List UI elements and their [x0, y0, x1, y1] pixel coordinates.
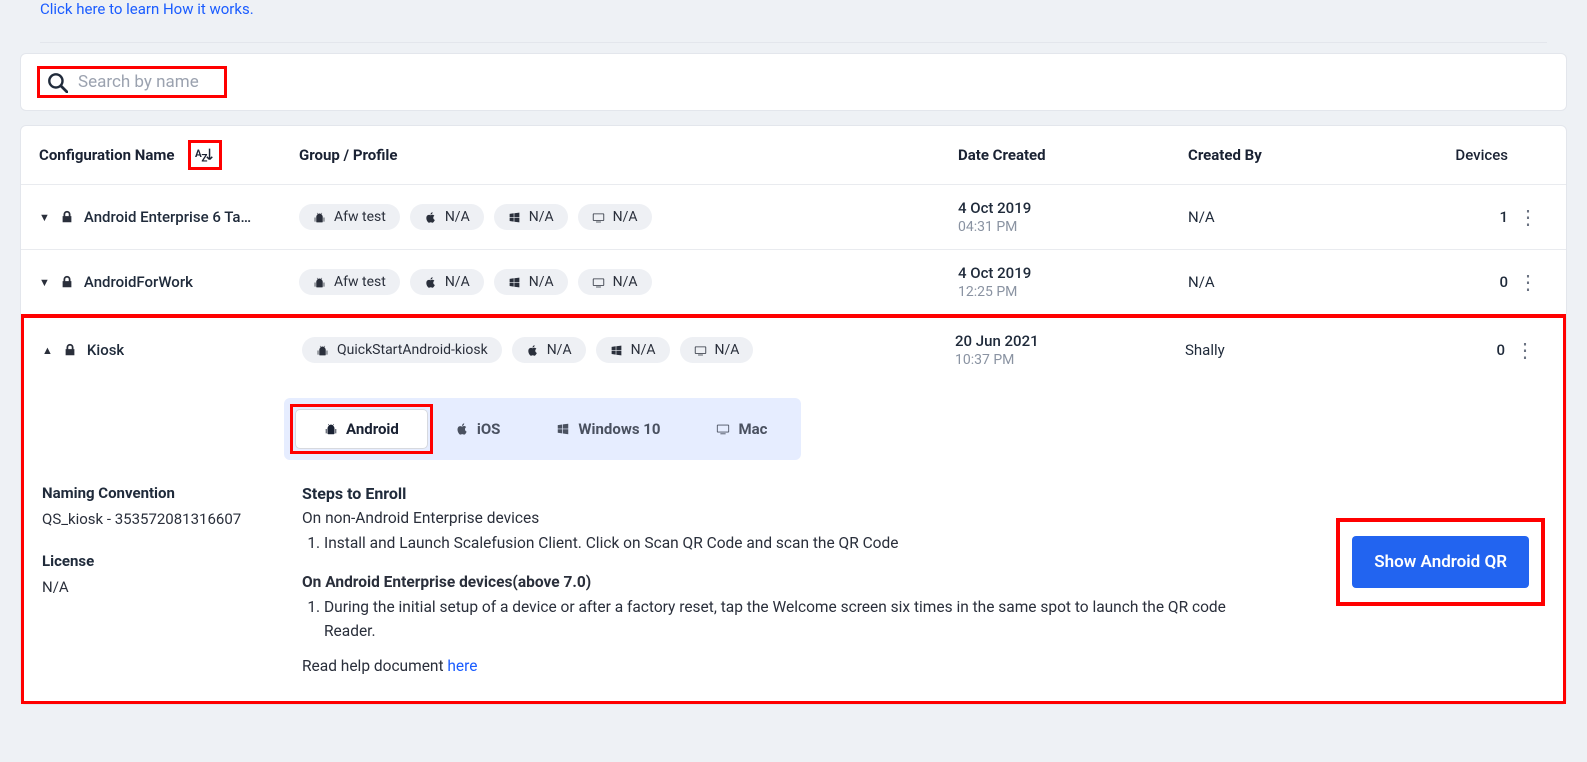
devices-cell: 0 [1408, 273, 1508, 291]
android-icon [313, 211, 326, 224]
windows-icon [610, 344, 623, 357]
chip-mac[interactable]: N/A [578, 204, 652, 230]
th-date: Date Created [958, 146, 1188, 164]
ae-title: On Android Enterprise devices(above 7.0) [302, 573, 1255, 591]
steps-list-ae: During the initial setup of a device or … [302, 595, 1255, 643]
search-input[interactable] [78, 72, 218, 92]
chip-apple[interactable]: N/A [410, 204, 484, 230]
created-by-cell: Shally [1185, 341, 1405, 359]
windows-icon [508, 211, 521, 224]
mac-icon [592, 211, 605, 224]
learn-more-link[interactable]: Click here to learn How it works. [20, 0, 1567, 26]
apple-icon [455, 422, 469, 436]
devices-cell: 0 [1405, 341, 1505, 359]
row-menu-button[interactable]: ⋮ [1505, 338, 1545, 362]
detail-panel: Naming Convention QS_kiosk - 35357208131… [24, 460, 1563, 701]
steps-subtitle: On non-Android Enterprise devices [302, 509, 1255, 527]
windows-icon [508, 276, 521, 289]
help-text: Read help document here [302, 657, 1255, 675]
mac-icon [592, 276, 605, 289]
divider [40, 42, 1547, 43]
created-by-cell: N/A [1188, 208, 1408, 226]
help-link[interactable]: here [447, 657, 477, 675]
date-cell: 4 Oct 2019 12:25 PM [958, 264, 1188, 300]
chip-windows[interactable]: N/A [494, 204, 568, 230]
created-by-cell: N/A [1188, 273, 1408, 291]
tab-android[interactable]: Android [296, 410, 427, 448]
chip-mac[interactable]: N/A [578, 269, 652, 295]
config-name: Android Enterprise 6 Ta… [84, 208, 251, 226]
steps-title: Steps to Enroll [302, 484, 1255, 503]
sort-button[interactable] [188, 140, 222, 170]
th-config-name: Configuration Name [39, 146, 174, 164]
tab-mac[interactable]: Mac [688, 404, 795, 454]
table-row[interactable]: ▲ Kiosk QuickStartAndroid-kiosk N/A N/A … [24, 318, 1563, 382]
th-group: Group / Profile [299, 146, 958, 164]
th-created-by: Created By [1188, 146, 1408, 164]
chip-list: Afw test N/A N/A N/A [299, 269, 958, 295]
apple-icon [424, 276, 437, 289]
row-menu-button[interactable]: ⋮ [1508, 270, 1548, 294]
table-row[interactable]: ▼ Android Enterprise 6 Ta… Afw test N/A … [21, 184, 1566, 249]
naming-convention-label: Naming Convention [42, 484, 292, 502]
sort-az-icon [195, 145, 215, 165]
tab-windows[interactable]: Windows 10 [528, 404, 688, 454]
android-icon [313, 276, 326, 289]
date-cell: 20 Jun 2021 10:37 PM [955, 332, 1185, 368]
list-item: Install and Launch Scalefusion Client. C… [324, 531, 1255, 555]
config-name: Kiosk [87, 341, 124, 359]
chip-android[interactable]: QuickStartAndroid-kiosk [302, 337, 502, 363]
search-card [20, 53, 1567, 111]
chip-list: Afw test N/A N/A N/A [299, 204, 958, 230]
caret-down-icon[interactable]: ▼ [39, 276, 50, 289]
tab-ios[interactable]: iOS [427, 404, 529, 454]
chip-list: QuickStartAndroid-kiosk N/A N/A N/A [302, 337, 955, 363]
chip-android[interactable]: Afw test [299, 204, 400, 230]
table-header-row: Configuration Name Group / Profile Date … [21, 126, 1566, 184]
apple-icon [526, 344, 539, 357]
mac-icon [694, 344, 707, 357]
config-name: AndroidForWork [84, 273, 193, 291]
caret-up-icon[interactable]: ▲ [42, 344, 53, 357]
chip-apple[interactable]: N/A [410, 269, 484, 295]
th-devices: Devices [1408, 146, 1508, 164]
search-icon [46, 71, 68, 93]
row-menu-button[interactable]: ⋮ [1508, 205, 1548, 229]
android-icon [316, 344, 329, 357]
list-item: During the initial setup of a device or … [324, 595, 1255, 643]
chip-android[interactable]: Afw test [299, 269, 400, 295]
license-label: License [42, 552, 292, 570]
os-tabs-bar: Android iOS Windows 10 Mac [24, 382, 1563, 460]
steps-list-nonae: Install and Launch Scalefusion Client. C… [302, 531, 1255, 555]
mac-icon [716, 422, 730, 436]
show-android-qr-button[interactable]: Show Android QR [1352, 536, 1529, 588]
expanded-row-highlight: ▲ Kiosk QuickStartAndroid-kiosk N/A N/A … [21, 314, 1566, 704]
chip-mac[interactable]: N/A [680, 337, 754, 363]
lock-icon [63, 343, 77, 357]
chip-windows[interactable]: N/A [596, 337, 670, 363]
windows-icon [556, 422, 570, 436]
devices-cell: 1 [1408, 208, 1508, 226]
config-table-card: Configuration Name Group / Profile Date … [20, 125, 1567, 705]
date-cell: 4 Oct 2019 04:31 PM [958, 199, 1188, 235]
lock-icon [60, 210, 74, 224]
apple-icon [424, 211, 437, 224]
license-value: N/A [42, 578, 292, 596]
caret-down-icon[interactable]: ▼ [39, 211, 50, 224]
table-row[interactable]: ▼ AndroidForWork Afw test N/A N/A N/A 4 … [21, 249, 1566, 314]
naming-convention-value: QS_kiosk - 353572081316607 [42, 510, 292, 528]
lock-icon [60, 275, 74, 289]
chip-windows[interactable]: N/A [494, 269, 568, 295]
android-icon [324, 422, 338, 436]
chip-apple[interactable]: N/A [512, 337, 586, 363]
